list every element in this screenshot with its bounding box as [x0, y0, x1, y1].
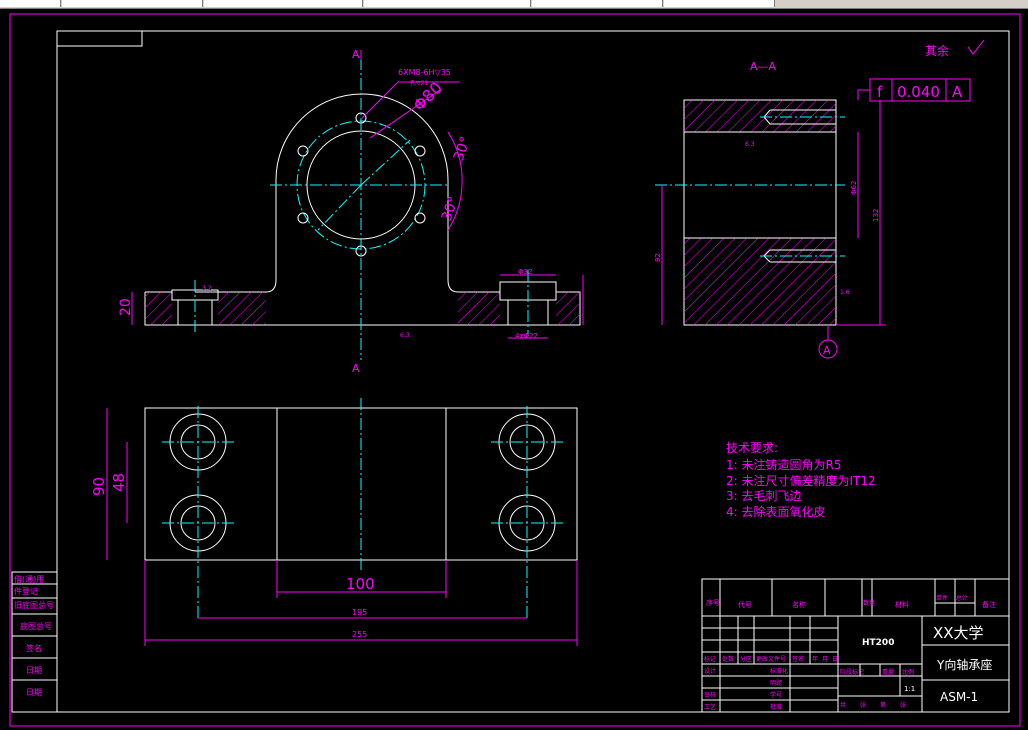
side-table-cell: 日期 [26, 666, 42, 675]
side-table-cell: 旧底图总号 [14, 600, 54, 610]
stage-cell: 阶段标记 [840, 668, 864, 676]
title-block: 序号 代号 名称 数量 材料 单件 总计 备注 标记 处数 分区 更改文件号 签… [701, 578, 1010, 713]
rev-cell: 处数 [722, 655, 734, 663]
rev-cell: 签名 [792, 655, 804, 663]
tapped-hole [414, 145, 426, 157]
hatch-right [458, 292, 500, 325]
bom-header: 材料 [895, 600, 909, 609]
section-hatch-bottom [684, 238, 836, 325]
dim82-label: 82 [654, 253, 662, 262]
tech-item: 2: 未注尺寸偏差精度为IT12 [726, 473, 876, 488]
hatch-right-inner [556, 292, 580, 325]
hatch-left [145, 292, 172, 325]
side-table-cell: 日期 [26, 688, 42, 697]
dim195-label: 195 [352, 608, 367, 617]
roughness-section-top: 6.3 [745, 141, 755, 148]
hatch-left-inner [218, 292, 266, 325]
tech-item: 1: 未注铸造圆角为R5 [726, 457, 841, 472]
sheet-inner-border [56, 30, 1010, 713]
section-hatch-top [684, 100, 836, 132]
stage-cell: 比例 [902, 668, 914, 676]
tech-item: 4: 去除表面氧化皮 [726, 504, 826, 519]
side-table-cell: 签名 [26, 643, 42, 653]
role-cell: 学号 [770, 691, 782, 699]
dim100-label: 100 [346, 575, 375, 593]
role-cell: 审核 [704, 691, 716, 699]
dim48-label: 48 [110, 473, 128, 492]
part-name: Y向轴承座 [936, 657, 992, 672]
corner-label-box [56, 30, 143, 47]
section-marker-bottom: A [352, 362, 360, 375]
radial-line [360, 139, 411, 186]
dim62-label: Φ62 [850, 181, 858, 195]
roughness-left: 3.2 [202, 285, 212, 292]
tech-title: 技术要求: [726, 441, 778, 455]
bom-header: 数量 [863, 599, 875, 607]
role-cell: 明题 [770, 680, 782, 687]
tolerance-symbol: f [877, 83, 883, 101]
tapped-hole [414, 212, 426, 224]
angle-label-2: 30° [439, 195, 463, 224]
front-view: A A 6XM8-6H▽35 孔▽21 Φ80 30° 30° 20 Φ32 4… [118, 48, 584, 375]
role-cell: 批准 [770, 703, 782, 711]
section-view: A—A f 0.040 A 82 Φ62 132 6.3 1.6 A [654, 60, 971, 359]
dim-phi32-label: Φ32 [518, 268, 532, 276]
sheet-cell: 张 [900, 701, 906, 709]
tech-item: 3: 去毛刺飞边 [726, 489, 802, 503]
tolerance-datum: A [952, 83, 963, 101]
side-table-cell: 底图总号 [20, 621, 52, 631]
dim132-label: 132 [872, 209, 880, 222]
scale-value: 1:1 [904, 685, 915, 693]
bom-header: 名称 [792, 600, 806, 609]
bom-header: 总计 [956, 594, 968, 602]
sheet-outer-border [9, 13, 1021, 727]
bom-header: 序号 [706, 598, 720, 607]
sheet-cell: 第 [880, 701, 886, 709]
role-cell: 标准化 [770, 667, 788, 675]
left-side-table: 借(通)用 件登记 旧底图总号 底图总号 签名 日期 日期 [11, 571, 58, 713]
tolerance-leader [857, 89, 870, 100]
material-value: HT200 [862, 638, 894, 648]
stage-cell: 重量 [882, 668, 894, 676]
rev-cell: 标记 [704, 655, 716, 663]
section-view-title: A—A [750, 60, 777, 73]
rev-cell: 月 [822, 656, 828, 663]
technical-requirements: 技术要求: 1: 未注铸造圆角为R5 2: 未注尺寸偏差精度为IT12 3: 去… [726, 441, 876, 519]
top-view: 90 48 100 195 255 [90, 398, 578, 646]
section-marker-top: A [352, 48, 360, 61]
bom-header: 单件 [936, 594, 948, 602]
roughness-bottom: 6.3 [400, 332, 410, 339]
tolerance-value: 0.040 [897, 83, 940, 101]
sheet-cell: 共 [840, 701, 846, 709]
datum-label: A [823, 344, 831, 357]
role-cell: 工艺 [704, 703, 716, 711]
dim90-label: 90 [90, 477, 108, 496]
roughness-section-right: 1.6 [840, 289, 850, 296]
dim-phi22-label: 4xΦ22 [515, 332, 538, 340]
sheet-cell: 张 [860, 701, 866, 709]
rev-cell: 年 [812, 655, 818, 663]
hole-spec-label: 6XM8-6H▽35 [398, 68, 451, 77]
cad-canvas[interactable]: A A 6XM8-6H▽35 孔▽21 Φ80 30° 30° 20 Φ32 4… [0, 0, 1028, 730]
drawing-number: ASM-1 [940, 690, 978, 704]
dim255-label: 255 [352, 630, 367, 639]
roughness-symbol [967, 39, 985, 55]
radial-line [317, 184, 362, 231]
side-table-cell: 借(通)用 [14, 574, 44, 584]
surface-note: 其余 [925, 43, 949, 58]
rev-cell: 日 [832, 656, 838, 663]
rev-cell: 更改文件号 [756, 655, 786, 663]
bom-header: 备注 [982, 600, 996, 609]
rev-cell: 分区 [740, 655, 752, 663]
angle-label-1: 30° [451, 135, 475, 164]
side-table-cell: 件登记 [14, 586, 38, 596]
dim20-label: 20 [118, 298, 134, 316]
role-cell: 设计 [704, 667, 716, 675]
bom-header: 代号 [738, 600, 752, 609]
school-name: XX大学 [933, 624, 984, 642]
